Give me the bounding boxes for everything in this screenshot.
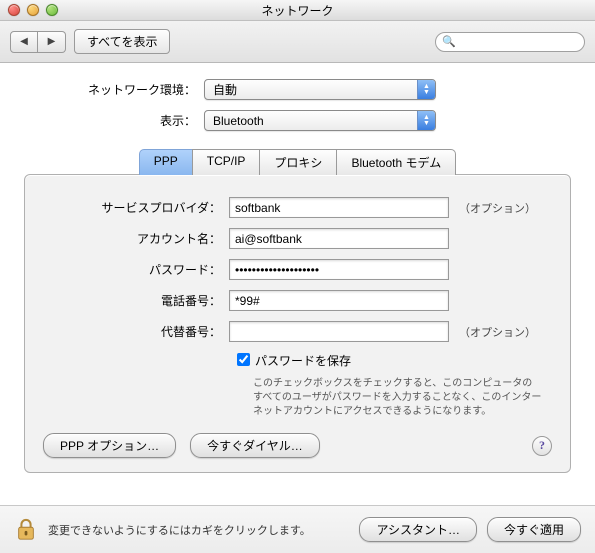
label-password: パスワード： — [43, 261, 229, 278]
hint-save-password: このチェックボックスをチェックすると、このコンピュータのすべてのユーザがパスワー… — [253, 377, 542, 419]
apply-now-button[interactable]: 今すぐ適用 — [487, 517, 581, 542]
search-input[interactable] — [460, 36, 578, 48]
assistant-button[interactable]: アシスタント… — [359, 517, 477, 542]
label-location: ネットワーク環境： — [24, 81, 204, 98]
label-save-password[interactable]: パスワードを保存 — [255, 352, 351, 369]
titlebar: ネットワーク — [0, 0, 595, 21]
row-alt-phone: 代替番号： （オプション） — [43, 321, 552, 342]
input-password[interactable] — [229, 259, 449, 280]
search-icon: 🔍 — [442, 35, 456, 48]
label-phone: 電話番号： — [43, 292, 229, 309]
window-title: ネットワーク — [0, 2, 595, 19]
forward-button[interactable]: ▶ — [38, 31, 66, 53]
popup-location[interactable]: 自動 ▲▼ — [204, 79, 436, 100]
lock-text: 変更できないようにするにはカギをクリックします。 — [48, 522, 349, 538]
back-button[interactable]: ◀ — [10, 31, 38, 53]
toolbar: ◀ ▶ すべてを表示 🔍 — [0, 21, 595, 63]
ppp-options-button[interactable]: PPP オプション… — [43, 433, 176, 458]
popup-location-value: 自動 — [213, 81, 237, 98]
tab-tcpip[interactable]: TCP/IP — [192, 149, 261, 175]
help-button[interactable]: ? — [532, 436, 552, 456]
chevron-updown-icon: ▲▼ — [417, 80, 435, 99]
row-provider: サービスプロバイダ： （オプション） — [43, 197, 552, 218]
tab-proxy[interactable]: プロキシ — [259, 149, 337, 175]
input-account[interactable] — [229, 228, 449, 249]
optional-provider: （オプション） — [459, 200, 536, 216]
input-phone[interactable] — [229, 290, 449, 311]
label-show: 表示： — [24, 112, 204, 129]
label-alt-phone: 代替番号： — [43, 323, 229, 340]
footer: 変更できないようにするにはカギをクリックします。 アシスタント… 今すぐ適用 — [0, 505, 595, 553]
label-account: アカウント名： — [43, 230, 229, 247]
search-field[interactable]: 🔍 — [435, 32, 585, 52]
lock-icon[interactable] — [14, 516, 38, 544]
form-area: ネットワーク環境： 自動 ▲▼ 表示： Bluetooth ▲▼ PPP TCP… — [0, 63, 595, 473]
row-account: アカウント名： — [43, 228, 552, 249]
popup-show[interactable]: Bluetooth ▲▼ — [204, 110, 436, 131]
row-phone: 電話番号： — [43, 290, 552, 311]
label-provider: サービスプロバイダ： — [43, 199, 229, 216]
dial-now-button[interactable]: 今すぐダイヤル… — [190, 433, 320, 458]
row-password: パスワード： — [43, 259, 552, 280]
ppp-panel: サービスプロバイダ： （オプション） アカウント名： パスワード： 電話番号： … — [24, 174, 571, 473]
show-all-button[interactable]: すべてを表示 — [74, 29, 170, 54]
input-provider[interactable] — [229, 197, 449, 218]
row-show: 表示： Bluetooth ▲▼ — [24, 110, 571, 131]
input-alt-phone[interactable] — [229, 321, 449, 342]
nav-group: ◀ ▶ — [10, 31, 66, 53]
tabbar: PPP TCP/IP プロキシ Bluetooth モデム — [24, 149, 571, 175]
row-location: ネットワーク環境： 自動 ▲▼ — [24, 79, 571, 100]
checkbox-save-password[interactable] — [237, 353, 250, 366]
panel-button-row: PPP オプション… 今すぐダイヤル… ? — [43, 433, 552, 458]
tab-ppp[interactable]: PPP — [139, 149, 193, 175]
popup-show-value: Bluetooth — [213, 114, 264, 128]
tab-bluetooth-modem[interactable]: Bluetooth モデム — [336, 149, 456, 175]
optional-alt-phone: （オプション） — [459, 324, 536, 340]
chevron-updown-icon: ▲▼ — [417, 111, 435, 130]
row-save-password: パスワードを保存 — [237, 352, 552, 369]
